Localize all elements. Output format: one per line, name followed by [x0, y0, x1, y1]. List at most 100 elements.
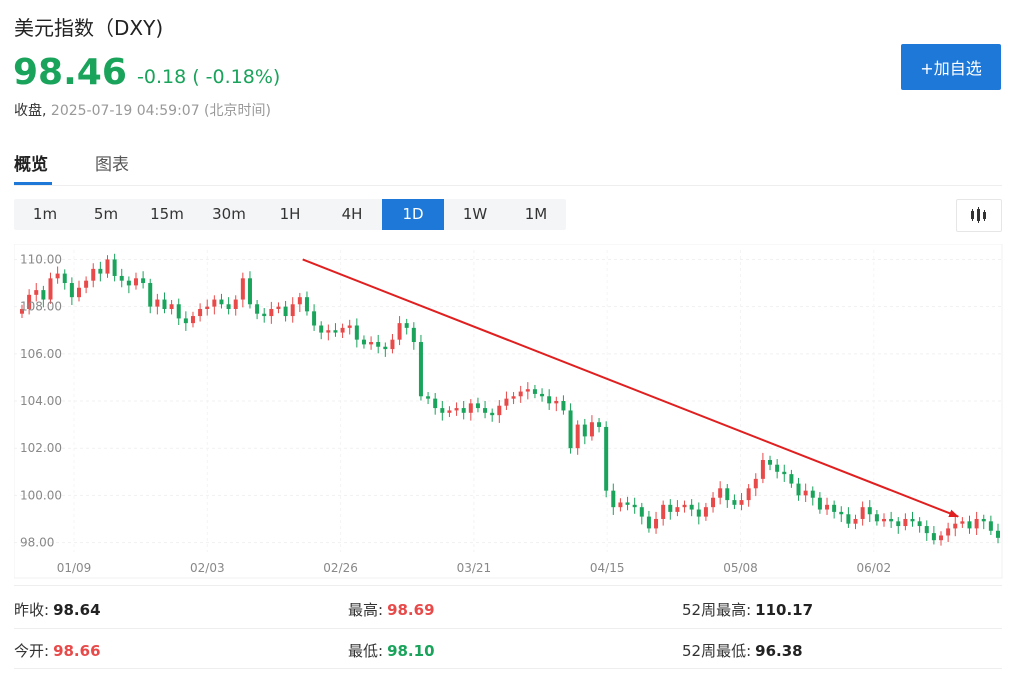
candle-body	[825, 504, 830, 510]
candle-body	[946, 528, 951, 536]
chart-frame	[13, 243, 1003, 579]
candle-body	[148, 283, 153, 307]
candle-body	[226, 304, 231, 309]
candle-body	[604, 426, 609, 491]
period-30m[interactable]: 30m	[198, 199, 260, 230]
candle-body	[198, 308, 203, 317]
candle-body	[789, 474, 794, 484]
price-chart[interactable]: 110.00 108.00 106.00 104.00 102.00 100.00 98.0…	[13, 243, 1004, 579]
period-15m[interactable]: 15m	[136, 199, 198, 230]
candle-body	[903, 518, 908, 527]
candle-body	[711, 497, 716, 508]
stat-value: 110.17	[755, 601, 814, 619]
tab-chart[interactable]: 图表	[95, 150, 129, 175]
candle-body	[917, 521, 922, 527]
tab-overview[interactable]: 概览	[14, 150, 48, 175]
candle-body	[597, 422, 602, 427]
candle-body	[703, 507, 708, 517]
candlestick-icon	[971, 207, 986, 223]
candle-body	[376, 342, 381, 347]
period-1m[interactable]: 1m	[14, 199, 76, 230]
candle-body	[639, 507, 644, 517]
stat-low: 最低: 98.10	[348, 640, 435, 661]
close-time: 2025-07-19 04:59:07 (北京时间)	[50, 103, 271, 119]
stat-label: 52周最低:	[682, 642, 752, 660]
candle-body	[739, 500, 744, 505]
candle-body	[383, 346, 388, 350]
candle-body	[34, 290, 39, 295]
candle-body	[796, 483, 801, 496]
candle-body	[361, 339, 366, 345]
stat-high: 最高: 98.69	[348, 599, 435, 620]
candle-body	[511, 396, 516, 399]
candle-body	[967, 521, 972, 529]
stats-divider-mid	[14, 628, 1002, 629]
candle-body	[746, 488, 751, 501]
candle-body	[490, 412, 495, 416]
candle-body	[832, 504, 837, 512]
candle-body	[404, 323, 409, 328]
y-tick-label: 98.00	[20, 536, 54, 550]
period-1mo[interactable]: 1M	[505, 199, 567, 230]
candle-body	[433, 398, 438, 409]
candle-body	[98, 268, 103, 274]
candle-body	[475, 403, 480, 409]
candle-body	[853, 518, 858, 524]
candle-body	[411, 327, 416, 343]
candle-body	[183, 318, 188, 324]
candle-body	[532, 389, 537, 394]
period-1d[interactable]: 1D	[382, 199, 444, 230]
add-watchlist-button[interactable]: +加自选	[901, 44, 1001, 90]
period-1h[interactable]: 1H	[259, 199, 321, 230]
candle-body	[347, 325, 352, 328]
x-tick-label: 06/02	[857, 561, 892, 575]
candle-body	[155, 299, 160, 307]
candle-body	[69, 283, 74, 298]
candle-body	[518, 391, 523, 397]
candle-body	[775, 464, 780, 472]
candle-body	[418, 342, 423, 397]
period-5m[interactable]: 5m	[75, 199, 137, 230]
candle-body	[141, 278, 146, 284]
close-label: 收盘,	[14, 103, 47, 119]
candle-body	[974, 518, 979, 529]
candlestick-chart: 110.00 108.00 106.00 104.00 102.00 100.00 98.0…	[13, 243, 1003, 579]
candle-body	[397, 323, 402, 340]
candle-body	[589, 422, 594, 437]
candle-body	[84, 280, 89, 288]
stat-label: 最低:	[348, 642, 384, 660]
period-1w[interactable]: 1W	[444, 199, 506, 230]
x-tick-label: 01/09	[57, 561, 92, 575]
candle-body	[76, 287, 81, 298]
chart-type-button[interactable]	[956, 199, 1002, 232]
candle-body	[910, 518, 915, 522]
y-tick-label: 110.00	[20, 252, 62, 266]
stat-prev-close: 昨收: 98.64	[14, 599, 101, 620]
candle-body	[41, 290, 46, 300]
candle-body	[547, 396, 552, 404]
candle-body	[689, 504, 694, 510]
candle-body	[860, 507, 865, 519]
candle-body	[960, 521, 965, 524]
candle-body	[682, 504, 687, 508]
candle-body	[931, 533, 936, 541]
stat-label: 52周最高:	[682, 601, 752, 619]
candle-body	[725, 488, 730, 501]
candle-body	[176, 304, 181, 319]
candle-body	[262, 313, 267, 317]
candle-body	[575, 424, 580, 449]
candle-body	[525, 389, 530, 392]
candle-body	[939, 535, 944, 541]
candle-body	[611, 490, 616, 508]
candle-body	[504, 398, 509, 406]
y-tick-label: 100.00	[20, 488, 62, 502]
candle-body	[882, 518, 887, 522]
candle-body	[312, 311, 317, 326]
y-tick-label: 102.00	[20, 441, 62, 455]
candle-body	[326, 330, 331, 333]
stat-52w-low: 52周最低: 96.38	[682, 640, 803, 661]
candle-body	[62, 273, 67, 284]
period-4h[interactable]: 4H	[321, 199, 383, 230]
candle-body	[319, 325, 324, 333]
candle-body	[646, 516, 651, 529]
